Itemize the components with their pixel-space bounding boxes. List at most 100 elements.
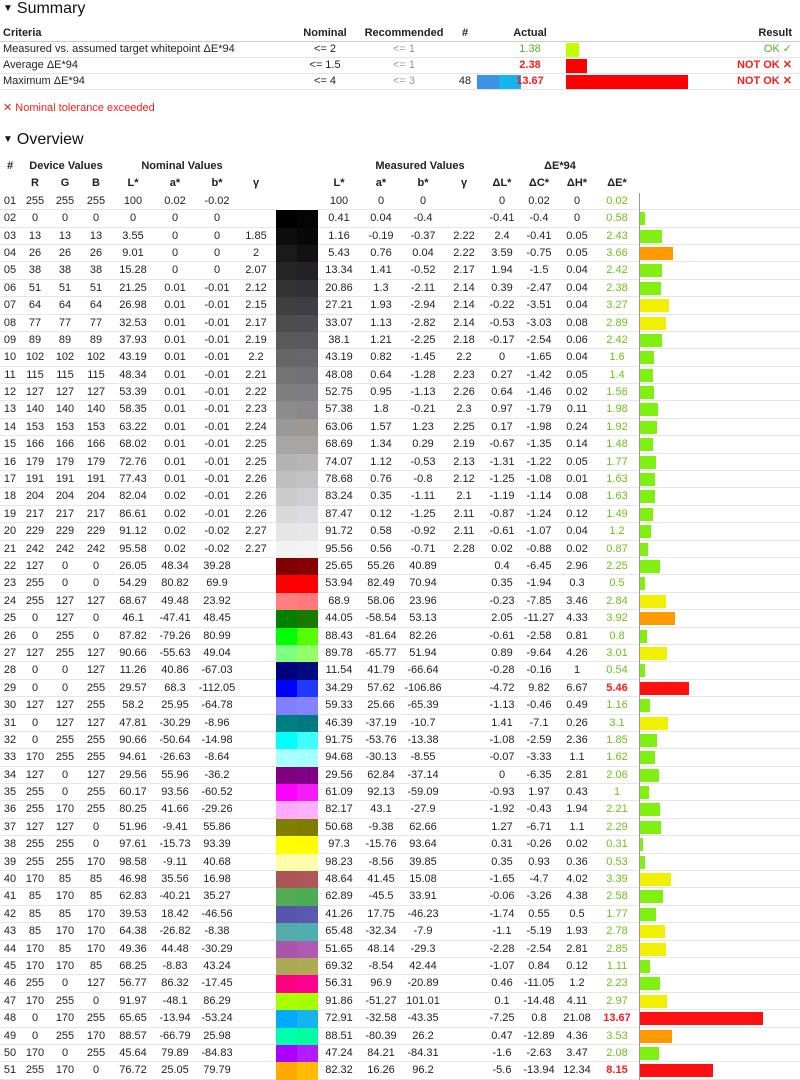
cell-r: 170 <box>25 959 45 972</box>
nominal-color-swatch <box>276 697 297 715</box>
cell-ma: -81.64 <box>365 629 397 642</box>
cell-dc: -5.19 <box>526 925 552 938</box>
cell-dh: 0.04 <box>566 525 588 538</box>
cell-dh: 0.12 <box>566 959 588 972</box>
delta-e-bar <box>640 299 669 313</box>
cell-r: 127 <box>25 386 45 399</box>
cell-nb: 0 <box>213 264 221 277</box>
cell-mb: -27.9 <box>410 803 436 816</box>
measured-color-swatch <box>297 505 318 524</box>
cell-r: 170 <box>25 873 45 886</box>
cell-dc: -1.14 <box>526 490 552 503</box>
cell-ma: 43.1 <box>370 803 392 816</box>
measured-color-swatch <box>297 957 318 976</box>
cell-na: -26.82 <box>159 925 191 938</box>
cell-ng: 2.26 <box>245 490 267 503</box>
measured-color-swatch <box>297 297 318 315</box>
cell-mb: 96.2 <box>412 1064 434 1077</box>
summary-heading[interactable]: ▼ Summary <box>3 0 85 18</box>
cell-ma: 55.26 <box>367 559 395 572</box>
nominal-color-swatch <box>276 905 297 924</box>
cell-ma: -9.38 <box>368 820 394 833</box>
criteria-header: Criteria <box>3 27 42 39</box>
cell-ml: 69.32 <box>325 959 353 972</box>
cell-r: 191 <box>25 473 45 486</box>
cell-ml: 68.9 <box>328 594 350 607</box>
nominal-color-swatch <box>276 384 297 402</box>
cell-dc: -1.35 <box>526 438 552 451</box>
cell-n: 29 <box>3 681 17 694</box>
cell-ma: -51.27 <box>365 994 397 1007</box>
cell-nb: 39.28 <box>203 559 231 572</box>
cell-dl: -4.72 <box>489 681 515 694</box>
cell-n: 51 <box>3 1064 17 1077</box>
cell-g: 0 <box>61 559 69 572</box>
cell-ma: 0.35 <box>370 490 392 503</box>
cell-r: 0 <box>31 212 39 225</box>
cell-r: 0 <box>31 664 39 677</box>
cell-de: 0.54 <box>606 664 628 677</box>
delta-e-bar <box>640 246 673 260</box>
cell-ma: 1.34 <box>370 438 392 451</box>
cell-dc: -11.27 <box>523 612 555 625</box>
overview-row: 41 85 170 85 62.83 -40.21 35.27 62.89 -45.5 33.91… <box>0 888 800 906</box>
cell-nb: -0.01 <box>204 490 230 503</box>
cell-dh: 2.96 <box>566 559 588 572</box>
cell-ml: 51.65 <box>325 942 353 955</box>
cell-dc: -0.88 <box>526 542 552 555</box>
nominal-color-swatch <box>276 471 297 489</box>
cell-nl: 100 <box>123 194 143 207</box>
overview-heading[interactable]: ▼ Overview <box>3 131 84 149</box>
cell-mb: 53.13 <box>409 612 437 625</box>
cell-mb: -2.94 <box>410 299 436 312</box>
cell-ng: 2.17 <box>245 316 267 329</box>
cell-mb: -2.82 <box>410 316 436 329</box>
cell-ml: 94.68 <box>325 751 353 764</box>
cell-na: 0.02 <box>164 507 186 520</box>
cell-dc: -0.16 <box>526 664 552 677</box>
cell-ml: 27.21 <box>325 299 353 312</box>
measured-color-swatch <box>297 557 318 576</box>
cell-dl: -0.93 <box>489 786 515 799</box>
delta-e-bar <box>640 612 675 626</box>
measured-color-swatch <box>297 453 318 472</box>
cell-nl: 47.81 <box>119 716 147 729</box>
cell-ml: 95.56 <box>325 542 353 555</box>
cell-na: 0.01 <box>164 473 186 486</box>
nominal-color-swatch <box>276 331 297 350</box>
cell-dc: -1.24 <box>526 507 552 520</box>
collapse-triangle-icon[interactable]: ▼ <box>3 3 13 14</box>
cell-ma: -8.56 <box>368 855 394 868</box>
cell-nb: -0.01 <box>204 438 230 451</box>
cell-g: 115 <box>56 368 74 381</box>
cell-dl: 3.59 <box>491 246 513 259</box>
cell-b: 255 <box>86 1046 106 1059</box>
cell-dl: 0.27 <box>491 368 513 381</box>
cell-dl: 1.41 <box>491 716 513 729</box>
cell-dc: -1.79 <box>526 403 552 416</box>
measured-color-swatch <box>297 992 318 1011</box>
overview-group-header-row: # Device Values Nominal Values Measured … <box>0 158 800 175</box>
cell-de: 13.67 <box>603 1012 631 1025</box>
overview-row: 26 0 255 0 87.82 -79.26 80.99 88.43 -81.64 82.26 -… <box>0 627 800 645</box>
cell-de: 1.85 <box>606 733 628 746</box>
cell-nl: 86.61 <box>119 507 147 520</box>
cell-n: 16 <box>3 455 17 468</box>
delta-e-bar <box>640 646 667 660</box>
cell-nl: 0 <box>129 212 137 225</box>
cell-b: 166 <box>86 438 106 451</box>
cell-dh: 4.36 <box>566 1029 588 1042</box>
cell-r: 179 <box>25 455 45 468</box>
cell-b: 255 <box>86 1012 106 1025</box>
overview-row: 35 255 0 255 60.17 93.56 -60.52 61.09 92.13 -59.0… <box>0 784 800 802</box>
cell-de: 3.92 <box>606 612 628 625</box>
cell-g: 127 <box>55 594 75 607</box>
cell-dh: 12.34 <box>563 1064 591 1077</box>
column-header: B <box>92 177 100 190</box>
cell-dh: 0.06 <box>566 333 588 346</box>
cell-nl: 54.29 <box>119 577 147 590</box>
measured-color-swatch <box>297 679 318 698</box>
cell-dc: 0.84 <box>528 959 550 972</box>
recommended-header: Recommended <box>364 27 444 39</box>
collapse-triangle-icon[interactable]: ▼ <box>3 134 13 145</box>
